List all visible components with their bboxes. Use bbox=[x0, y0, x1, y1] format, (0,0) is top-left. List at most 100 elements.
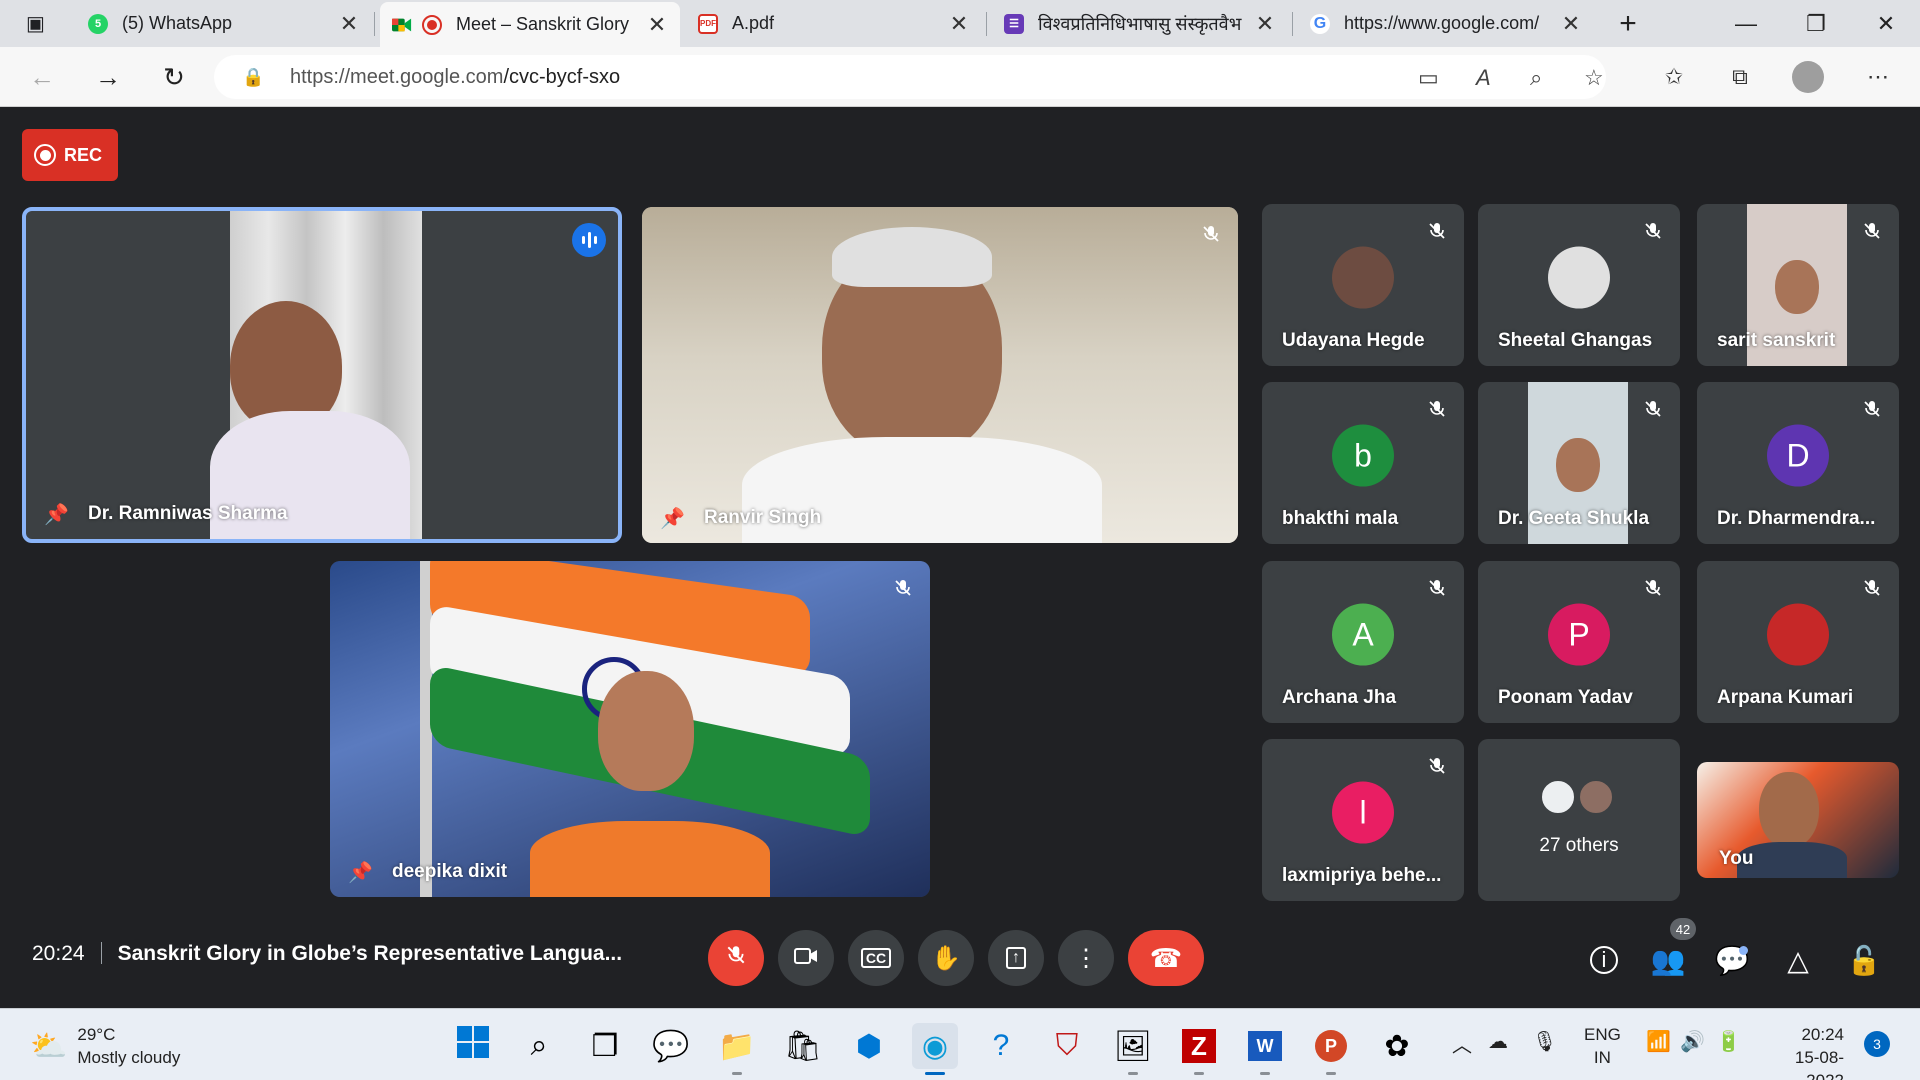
wifi-icon[interactable]: 📶 bbox=[1646, 1029, 1671, 1054]
collections-icon[interactable]: ⧉ bbox=[1720, 57, 1760, 97]
tab-meet[interactable]: Meet – Sanskrit Glory ✕ bbox=[380, 2, 680, 47]
back-button[interactable]: ← bbox=[22, 57, 62, 97]
close-window-button[interactable]: ✕ bbox=[1856, 0, 1916, 47]
tab-google[interactable]: G https://www.google.com/ ✕ bbox=[1298, 0, 1594, 47]
close-tab-icon[interactable]: ✕ bbox=[1254, 11, 1276, 37]
video-tile-participant[interactable]: 📌 deepika dixit bbox=[330, 561, 930, 897]
participant-tile[interactable]: sarit sanskrit bbox=[1697, 204, 1899, 366]
start-button[interactable] bbox=[450, 1023, 496, 1069]
url-text: https://meet.google.com/cvc-bycf-sxo bbox=[290, 66, 620, 89]
host-controls-button[interactable]: 🔓 bbox=[1844, 940, 1884, 980]
meeting-title: Sanskrit Glory in Globe’s Representative… bbox=[117, 942, 623, 965]
close-tab-icon[interactable]: ✕ bbox=[646, 12, 668, 38]
profile-avatar[interactable] bbox=[1788, 57, 1828, 97]
recording-badge[interactable]: REC bbox=[22, 129, 118, 181]
participant-tile[interactable]: A Archana Jha bbox=[1262, 561, 1464, 723]
pdf-icon: PDF bbox=[698, 13, 718, 34]
participant-tile[interactable]: D Dr. Dharmendra... bbox=[1697, 382, 1899, 544]
activities-button[interactable]: △ bbox=[1778, 940, 1818, 980]
get-help-button[interactable]: ? bbox=[978, 1023, 1024, 1069]
pin-icon[interactable]: 📌 bbox=[660, 506, 685, 531]
meeting-info[interactable]: 20:24 Sanskrit Glory in Globe’s Represent… bbox=[32, 942, 622, 966]
muted-mic-icon bbox=[1857, 216, 1887, 246]
forward-button[interactable]: → bbox=[88, 57, 128, 97]
word-button[interactable]: W bbox=[1242, 1023, 1288, 1075]
refresh-button[interactable]: ↻ bbox=[154, 57, 194, 97]
favorites-icon[interactable]: ✩ bbox=[1654, 57, 1694, 97]
close-tab-icon[interactable]: ✕ bbox=[948, 11, 970, 37]
edge-browser-button[interactable]: ◉ bbox=[912, 1023, 958, 1075]
file-explorer-button[interactable]: 📁 bbox=[714, 1023, 760, 1075]
weather-widget[interactable]: ⛅ 29°C Mostly cloudy bbox=[30, 1023, 180, 1069]
camera-permission-icon[interactable]: ▭ bbox=[1418, 65, 1439, 91]
participant-tile[interactable]: Dr. Geeta Shukla bbox=[1478, 382, 1680, 544]
close-tab-icon[interactable]: ✕ bbox=[1560, 11, 1582, 37]
video-tile-participant[interactable]: 📌 Ranvir Singh bbox=[642, 207, 1238, 543]
add-favorite-icon[interactable]: ☆ bbox=[1584, 65, 1604, 91]
search-button[interactable]: ⌕ bbox=[516, 1023, 562, 1069]
zoom-icon[interactable]: ⌕ bbox=[1530, 65, 1542, 91]
camera-toggle-button[interactable] bbox=[778, 930, 834, 986]
face-shape bbox=[1775, 260, 1819, 314]
participant-tile[interactable]: Udayana Hegde bbox=[1262, 204, 1464, 366]
filezilla-button[interactable]: Z bbox=[1176, 1023, 1222, 1075]
raise-hand-button[interactable]: ✋ bbox=[918, 930, 974, 986]
onedrive-icon[interactable]: ☁ bbox=[1488, 1029, 1508, 1054]
google-forms-icon: ☰ bbox=[1004, 13, 1024, 34]
new-tab-button[interactable]: + bbox=[1598, 0, 1658, 47]
mcafee-button[interactable]: ⛉ bbox=[1044, 1023, 1090, 1069]
microphone-toggle-button[interactable] bbox=[708, 930, 764, 986]
people-button[interactable]: 👥 bbox=[1648, 940, 1688, 980]
others-tile[interactable]: 27 others bbox=[1478, 739, 1680, 901]
tab-actions-button[interactable]: ▣ bbox=[14, 0, 60, 47]
muted-mic-icon bbox=[1422, 394, 1452, 424]
leave-call-button[interactable]: ☎ bbox=[1128, 930, 1204, 986]
microsoft-store-button[interactable]: 🛍 bbox=[780, 1023, 826, 1069]
people-icon: 👥 bbox=[1650, 944, 1686, 976]
settings-more-icon[interactable]: ⋯ bbox=[1858, 57, 1898, 97]
letter-avatar: l bbox=[1332, 781, 1394, 844]
participant-tile[interactable]: l laxmipriya behe... bbox=[1262, 739, 1464, 901]
show-hidden-icons-chevron-icon[interactable]: ︿ bbox=[1452, 1029, 1472, 1058]
close-tab-icon[interactable]: ✕ bbox=[338, 11, 360, 37]
self-video-tile[interactable]: You bbox=[1697, 762, 1899, 878]
pin-icon[interactable]: 📌 bbox=[44, 502, 69, 527]
video-tile-active-speaker[interactable]: 📌 Dr. Ramniwas Sharma bbox=[22, 207, 622, 543]
pin-icon[interactable]: 📌 bbox=[348, 860, 373, 885]
participant-tile[interactable]: P Poonam Yadav bbox=[1478, 561, 1680, 723]
restore-button[interactable]: ❐ bbox=[1786, 0, 1846, 47]
read-aloud-icon[interactable]: A bbox=[1476, 65, 1491, 91]
input-language-indicator[interactable]: ENG IN bbox=[1584, 1023, 1621, 1069]
lock-icon[interactable]: 🔒 bbox=[242, 67, 264, 88]
notification-badge[interactable]: 3 bbox=[1864, 1031, 1890, 1057]
participant-tile[interactable]: Sheetal Ghangas bbox=[1478, 204, 1680, 366]
tab-pdf[interactable]: PDF A.pdf ✕ bbox=[686, 0, 982, 47]
photos-button[interactable]: ✿ bbox=[1374, 1023, 1420, 1069]
more-options-button[interactable]: ⋮ bbox=[1058, 930, 1114, 986]
minimize-button[interactable]: — bbox=[1716, 0, 1776, 47]
tab-whatsapp[interactable]: 5 (5) WhatsApp ✕ bbox=[76, 0, 372, 47]
powerpoint-button[interactable]: P bbox=[1308, 1023, 1354, 1075]
address-bar[interactable]: 🔒 https://meet.google.com/cvc-bycf-sxo ▭… bbox=[214, 55, 1606, 99]
task-view-button[interactable]: ❐ bbox=[582, 1023, 628, 1069]
participant-tile[interactable]: Arpana Kumari bbox=[1697, 561, 1899, 723]
system-clock[interactable]: 20:24 15-08-2022 bbox=[1764, 1023, 1844, 1080]
battery-icon[interactable]: 🔋 bbox=[1716, 1029, 1741, 1054]
participant-name: laxmipriya behe... bbox=[1282, 865, 1442, 886]
chat-app-button[interactable]: 💬 bbox=[648, 1023, 694, 1069]
present-screen-button[interactable]: ↑ bbox=[988, 930, 1044, 986]
meeting-details-button[interactable]: i bbox=[1584, 940, 1624, 980]
paint-app-button[interactable]: 🖼 bbox=[1110, 1023, 1156, 1075]
weather-condition: Mostly cloudy bbox=[77, 1048, 181, 1067]
tab-google-form[interactable]: ☰ विश्वप्रतिनिधिभाषासु संस्कृतवैभ ✕ bbox=[992, 0, 1288, 47]
camera-icon bbox=[794, 944, 818, 972]
microphone-icon[interactable]: 🎙 bbox=[1532, 1029, 1557, 1054]
letter-avatar: D bbox=[1767, 424, 1829, 487]
clock-date: 15-08-2022 bbox=[1794, 1048, 1844, 1080]
app-button[interactable]: ⬢ bbox=[846, 1023, 892, 1069]
chat-button[interactable]: 💬 bbox=[1712, 940, 1752, 980]
volume-icon[interactable]: 🔊 bbox=[1680, 1029, 1705, 1054]
tab-separator bbox=[374, 12, 375, 36]
captions-button[interactable]: CC bbox=[848, 930, 904, 986]
participant-tile[interactable]: b bhakthi mala bbox=[1262, 382, 1464, 544]
